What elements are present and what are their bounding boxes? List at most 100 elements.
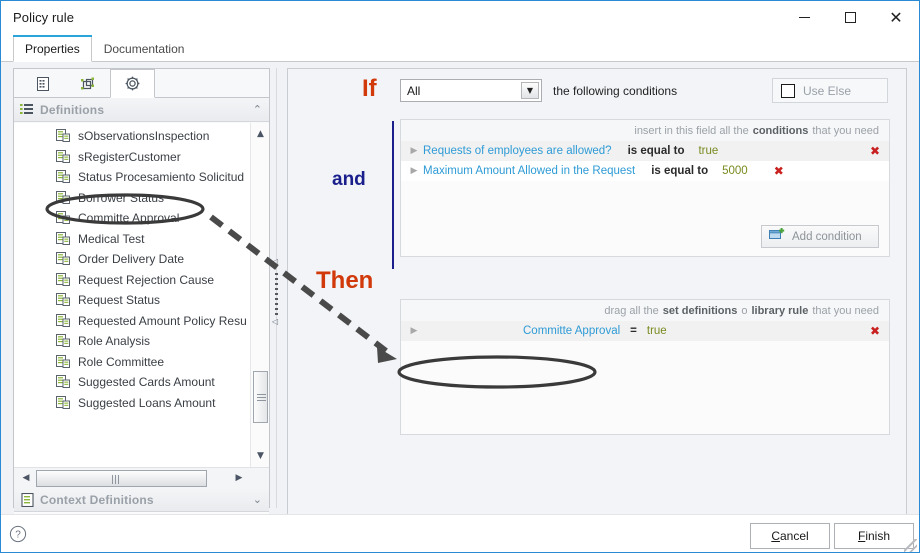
action-value[interactable]: true [647, 325, 667, 337]
tree-item-label: Order Delivery Date [78, 252, 185, 267]
scroll-grip-icon [112, 475, 120, 484]
actions-hint-emphasis1: set definitions [662, 304, 738, 317]
toolbar-component-button[interactable] [65, 69, 110, 97]
condition-row[interactable]: ▶ Requests of employees are allowed? is eq… [401, 141, 889, 161]
scroll-left-icon[interactable]: ◀ [16, 468, 36, 488]
minimize-button[interactable] [781, 1, 827, 34]
list-icon [14, 103, 40, 116]
use-else-checkbox[interactable]: Use Else [772, 78, 888, 103]
condition-field[interactable]: Maximum Amount Allowed in the Request [423, 165, 635, 177]
tree-item[interactable]: Role Analysis [14, 331, 250, 352]
tree-item-label: Borrower Status [78, 190, 165, 205]
condition-value[interactable]: true [698, 145, 718, 157]
condition-row[interactable]: ▶ Maximum Amount Allowed in the Request is… [401, 161, 889, 181]
finish-button[interactable]: Finish [834, 523, 914, 549]
tree-item[interactable]: Order Delivery Date [14, 249, 250, 270]
tree-item-label: Request Status [78, 293, 161, 308]
conditions-list: ▶ Requests of employees are allowed? is eq… [401, 141, 889, 181]
document-icon [36, 76, 49, 91]
tab-properties[interactable]: Properties [13, 35, 92, 62]
condition-operator[interactable]: is equal to [651, 165, 708, 177]
window-title: Policy rule [13, 10, 75, 25]
splitter-collapse-top-icon[interactable]: ◁ [272, 258, 278, 266]
close-button[interactable]: ✕ [873, 1, 919, 34]
actions-hint: drag all the set definitions o library r… [401, 300, 889, 321]
action-field[interactable]: Committe Approval [523, 325, 620, 337]
action-row[interactable]: ▶ Committe Approval = true ✖ [401, 321, 889, 341]
expander-icon[interactable]: ▶ [405, 146, 423, 156]
toolbar-document-button[interactable] [20, 69, 65, 97]
tree-item[interactable]: Request Status [14, 290, 250, 311]
tree-item[interactable]: sRegisterCustomer [14, 147, 250, 168]
tree-horizontal-scrollbar[interactable]: ◀ ▶ [14, 467, 269, 488]
cancel-button[interactable]: Cancel [750, 523, 830, 549]
conditions-hint: insert in this field all the conditions … [401, 120, 889, 141]
conditions-hint-part2: that you need [812, 124, 879, 137]
tree-item[interactable]: Suggested Cards Amount [14, 372, 250, 393]
tree-item[interactable]: Suggested Loans Amount [14, 393, 250, 414]
action-operator[interactable]: = [630, 325, 637, 337]
definition-icon [56, 334, 73, 348]
quantifier-select[interactable]: All ▼ [400, 79, 542, 102]
checkbox-icon[interactable] [781, 83, 795, 98]
conditions-container[interactable]: insert in this field all the conditions … [400, 119, 890, 257]
resize-grip-icon[interactable] [904, 539, 917, 552]
actions-hint-part1: drag all the [604, 304, 659, 317]
vertical-scroll-thumb[interactable] [253, 371, 268, 423]
expander-icon[interactable]: ▶ [405, 326, 423, 336]
policy-rule-dialog: Policy rule ✕ Properties Documentation D… [0, 0, 920, 553]
condition-field[interactable]: Requests of employees are allowed? [423, 145, 612, 157]
section-header-context-definitions[interactable]: Context Definitions ⌄ [14, 488, 269, 512]
panel-splitter[interactable]: ◁ ◁ [271, 68, 281, 508]
tab-documentation[interactable]: Documentation [92, 35, 197, 61]
delete-action-icon[interactable]: ✖ [870, 325, 880, 337]
tree-item-label: Role Analysis [78, 334, 151, 349]
tree-item-label: sObservationsInspection [78, 129, 210, 144]
tree-item[interactable]: Role Committee [14, 352, 250, 373]
scroll-right-icon[interactable]: ▶ [229, 468, 249, 488]
conditions-hint-emphasis: conditions [752, 124, 809, 137]
maximize-button[interactable] [827, 1, 873, 34]
tree-item-label: Role Committee [78, 354, 165, 369]
expander-icon[interactable]: ▶ [405, 166, 423, 176]
actions-container[interactable]: drag all the set definitions o library r… [400, 299, 890, 435]
scroll-up-icon[interactable]: ▲ [251, 125, 269, 143]
following-conditions-label: the following conditions [553, 84, 678, 98]
scroll-down-icon[interactable]: ▼ [251, 447, 269, 465]
definition-icon [56, 149, 73, 164]
tree-vertical-scrollbar[interactable]: ▲ ▼ [250, 123, 269, 467]
chevron-down-icon[interactable]: ▼ [521, 82, 539, 99]
definition-icon [56, 272, 73, 287]
splitter-collapse-bottom-icon[interactable]: ◁ [272, 318, 278, 326]
definition-icon [56, 354, 73, 369]
quantifier-value: All [407, 83, 421, 98]
tree-item[interactable]: Committe Approval [14, 208, 250, 229]
tree-item-label: Medical Test [78, 231, 145, 246]
add-condition-button[interactable]: Add condition [761, 225, 879, 248]
svg-text:?: ? [15, 530, 21, 541]
add-condition-label: Add condition [792, 230, 862, 243]
tree-item[interactable]: sObservationsInspection [14, 126, 250, 147]
toolbar-settings-button[interactable] [110, 69, 155, 98]
window-controls: ✕ [781, 1, 919, 34]
help-button[interactable]: ? [6, 522, 30, 546]
finish-label: inish [865, 529, 891, 543]
horizontal-scroll-thumb[interactable] [36, 470, 207, 487]
condition-value[interactable]: 5000 [722, 165, 748, 177]
definition-icon [56, 375, 73, 389]
tree-item[interactable]: Requested Amount Policy Resu [14, 311, 250, 332]
condition-operator[interactable]: is equal to [628, 145, 685, 157]
help-icon: ? [9, 525, 27, 543]
tree-item[interactable]: Medical Test [14, 229, 250, 250]
tree-item[interactable]: Borrower Status [14, 188, 250, 209]
delete-condition-icon[interactable]: ✖ [870, 145, 880, 157]
tree-item[interactable]: Request Rejection Cause [14, 270, 250, 291]
tree-item[interactable]: Status Procesamiento Solicitud [14, 167, 250, 188]
chevron-down-icon[interactable]: ⌄ [253, 494, 262, 505]
tree-item-label: Suggested Cards Amount [78, 375, 215, 390]
delete-condition-icon[interactable]: ✖ [774, 165, 784, 177]
definition-icon [56, 252, 73, 266]
tab-strip: Properties Documentation [1, 34, 919, 62]
section-header-definitions[interactable]: Definitions ⌃ [14, 98, 269, 122]
chevron-up-icon[interactable]: ⌃ [253, 104, 262, 115]
